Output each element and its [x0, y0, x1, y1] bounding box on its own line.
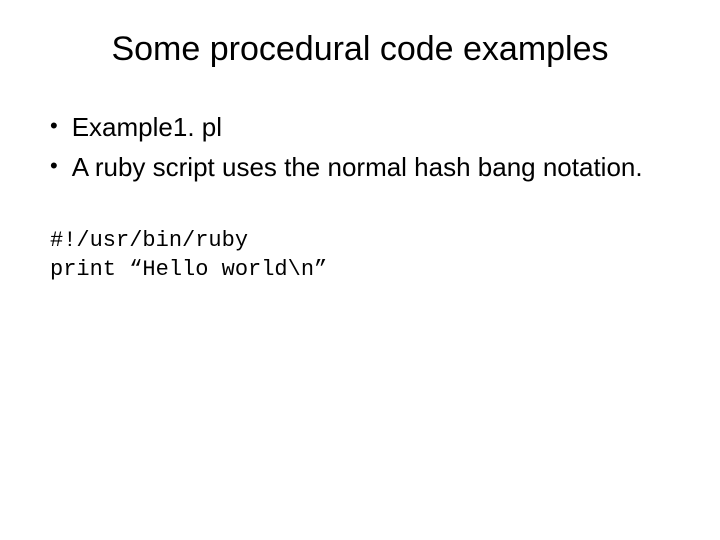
bullet-icon: • — [50, 151, 58, 182]
code-line: #!/usr/bin/ruby — [50, 226, 680, 256]
code-line: print “Hello world\n” — [50, 255, 680, 285]
list-item: • Example1. pl — [50, 109, 680, 145]
bullet-list: • Example1. pl • A ruby script uses the … — [50, 109, 680, 186]
bullet-text: Example1. pl — [72, 109, 680, 145]
code-block: #!/usr/bin/ruby print “Hello world\n” — [50, 226, 680, 285]
slide-title: Some procedural code examples — [40, 30, 680, 69]
bullet-icon: • — [50, 111, 58, 142]
list-item: • A ruby script uses the normal hash ban… — [50, 149, 680, 185]
bullet-text: A ruby script uses the normal hash bang … — [72, 149, 680, 185]
